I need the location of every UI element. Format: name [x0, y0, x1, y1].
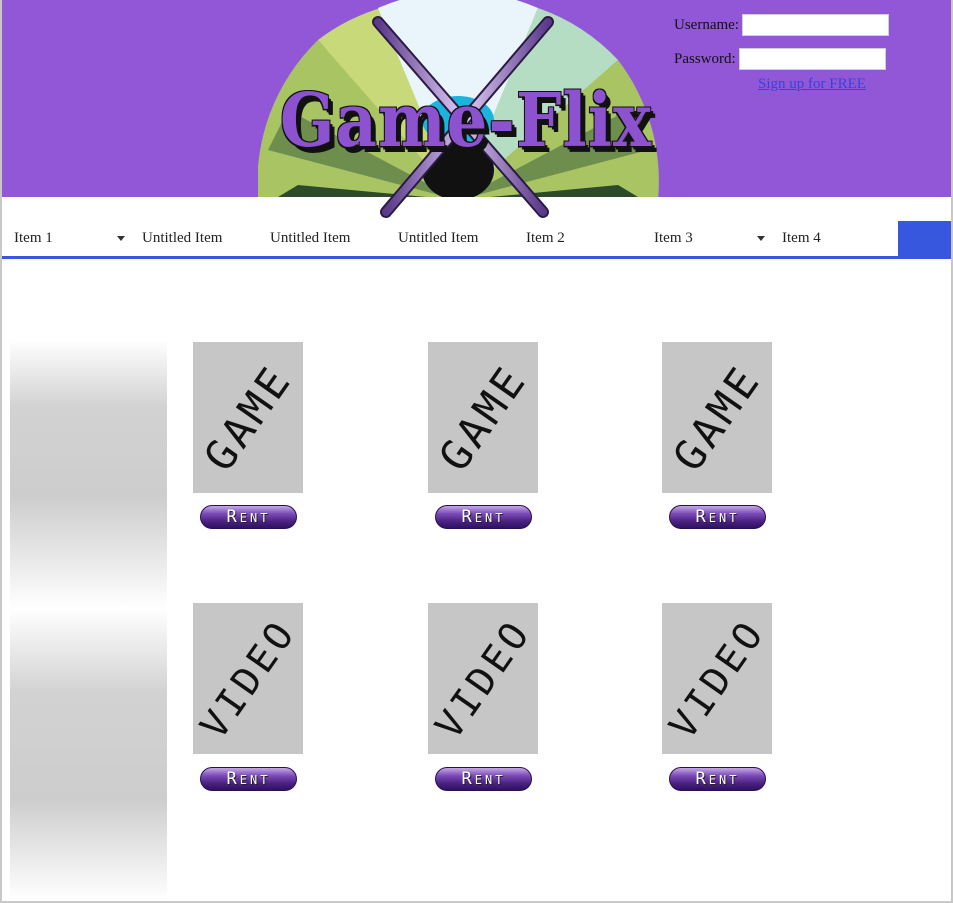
- video-thumbnail[interactable]: VIDEO: [428, 603, 538, 754]
- rent-button-label: Rent: [461, 507, 506, 527]
- logo-wordmark: Game-Flix: [279, 78, 653, 165]
- rent-button-label: Rent: [226, 769, 271, 789]
- main-nav: Item 1 Untitled Item Untitled Item Untit…: [2, 219, 951, 259]
- thumbnail-label: GAME: [194, 355, 302, 480]
- nav-item-3-chevron-down-icon[interactable]: [757, 236, 765, 241]
- rent-button[interactable]: Rent: [669, 767, 766, 791]
- username-label: Username:: [674, 16, 739, 33]
- nav-item-3[interactable]: Item 3: [654, 230, 693, 247]
- nav-item-untitled-2[interactable]: Untitled Item: [270, 230, 350, 247]
- rent-button-label: Rent: [461, 769, 506, 789]
- rent-button[interactable]: Rent: [435, 767, 532, 791]
- game-thumbnail[interactable]: GAME: [193, 342, 303, 493]
- thumbnail-label: GAME: [429, 355, 537, 480]
- game-card: GAME Rent: [662, 342, 772, 529]
- video-card: VIDEO Rent: [662, 603, 772, 791]
- video-thumbnail[interactable]: VIDEO: [193, 603, 303, 754]
- rent-button[interactable]: Rent: [669, 505, 766, 529]
- rent-button[interactable]: Rent: [200, 505, 297, 529]
- video-card: VIDEO Rent: [428, 603, 538, 791]
- nav-item-1[interactable]: Item 1: [14, 230, 53, 247]
- game-card: GAME Rent: [193, 342, 303, 529]
- sidebar-panel: [10, 340, 167, 900]
- rent-button-label: Rent: [226, 507, 271, 527]
- game-thumbnail[interactable]: GAME: [662, 342, 772, 493]
- nav-accent-block: [898, 221, 951, 256]
- nav-item-untitled-1[interactable]: Untitled Item: [142, 230, 222, 247]
- thumbnail-label: VIDEO: [428, 610, 538, 747]
- rent-button-label: Rent: [695, 769, 740, 789]
- video-card: VIDEO Rent: [193, 603, 303, 791]
- rent-button-label: Rent: [695, 507, 740, 527]
- login-form: Username: Password:: [674, 8, 904, 76]
- nav-item-1-chevron-down-icon[interactable]: [117, 236, 125, 241]
- rent-button[interactable]: Rent: [200, 767, 297, 791]
- video-thumbnail[interactable]: VIDEO: [662, 603, 772, 754]
- nav-item-4[interactable]: Item 4: [782, 230, 821, 247]
- site-logo[interactable]: Game-Flix: [258, 0, 668, 218]
- thumbnail-label: VIDEO: [662, 610, 772, 747]
- game-thumbnail[interactable]: GAME: [428, 342, 538, 493]
- password-label: Password:: [674, 50, 736, 67]
- thumbnail-label: GAME: [663, 355, 771, 480]
- nav-item-2[interactable]: Item 2: [526, 230, 565, 247]
- rent-button[interactable]: Rent: [435, 505, 532, 529]
- username-row: Username:: [674, 8, 904, 42]
- nav-item-untitled-3[interactable]: Untitled Item: [398, 230, 478, 247]
- thumbnail-label: VIDEO: [193, 610, 303, 747]
- game-card: GAME Rent: [428, 342, 538, 529]
- password-input[interactable]: [738, 48, 886, 70]
- password-row: Password:: [674, 42, 904, 76]
- username-input[interactable]: [741, 14, 889, 36]
- signup-link[interactable]: Sign up for FREE: [758, 76, 866, 93]
